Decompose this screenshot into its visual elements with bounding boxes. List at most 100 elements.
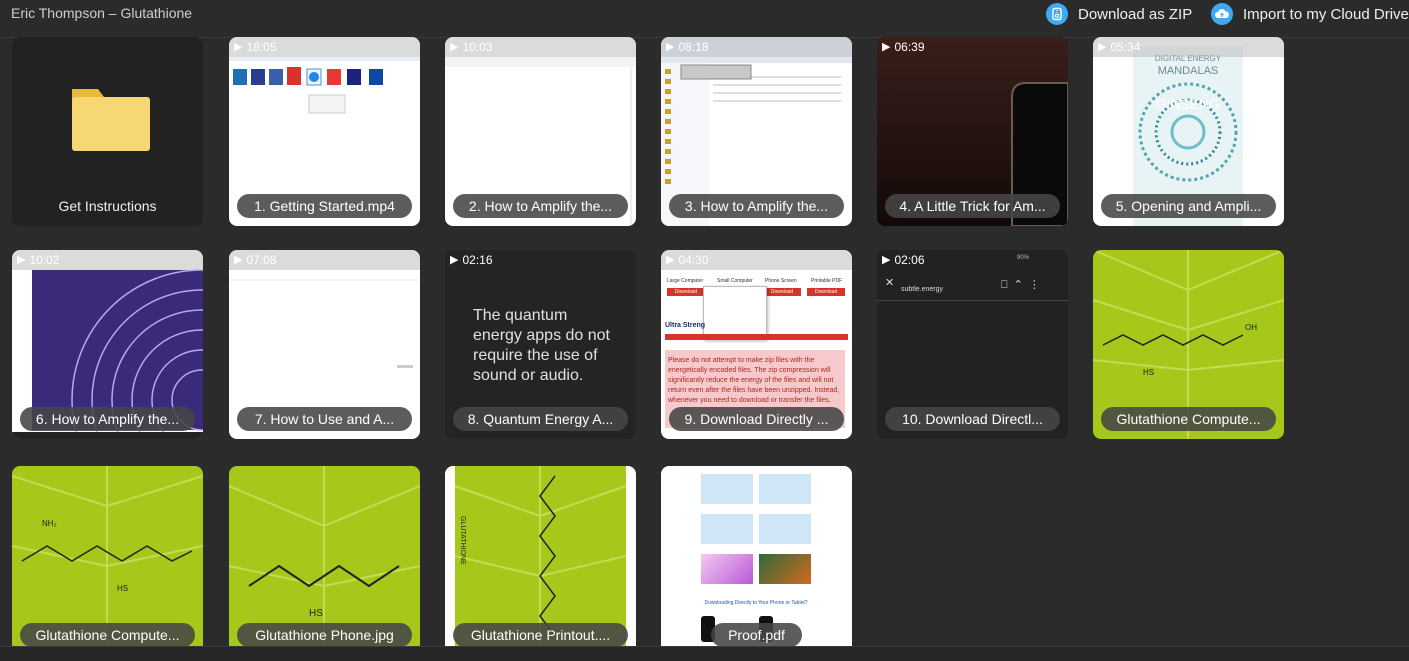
- play-icon: ▶: [234, 41, 243, 53]
- play-icon: ▶: [882, 41, 891, 53]
- col-phone: Phone Screen: [765, 278, 797, 284]
- file-label: 6. How to Amplify the...: [20, 407, 195, 431]
- proof-card-1: [701, 474, 753, 504]
- file-label: Proof.pdf: [711, 623, 802, 646]
- hs-label: HS: [1143, 368, 1154, 377]
- hs-label: HS: [117, 584, 128, 593]
- video-tile-7[interactable]: ▶ 07:08 7. How to Use and A...: [229, 250, 420, 439]
- phone-divider: [877, 300, 1068, 301]
- oh-label: OH: [1245, 323, 1257, 332]
- video-tile-6[interactable]: ▶ 10:02 6. How to Amplify the...: [12, 250, 203, 439]
- video-tile-8[interactable]: The quantum energy apps do not require t…: [445, 250, 636, 439]
- proof-card-4: [759, 514, 811, 544]
- book-title-mid: MANDALAS: [1158, 65, 1219, 77]
- duration-text: 10:03: [462, 40, 493, 54]
- hs-label: HS: [309, 608, 323, 619]
- video-tile-9[interactable]: Large Computer Small Computer Phone Scre…: [661, 250, 852, 439]
- file-label: 2. How to Amplify the...: [453, 194, 628, 218]
- import-cloud-label: Import to my Cloud Drive: [1243, 5, 1409, 23]
- cloud-upload-icon: [1211, 3, 1233, 25]
- duration-bar: ▶ 02:06: [877, 250, 1068, 270]
- video-tile-3[interactable]: ▶ 08:18 3. How to Amplify the...: [661, 37, 852, 226]
- duration-text: 04:30: [678, 253, 709, 267]
- duration-bar: ▶ 18:05: [229, 37, 420, 57]
- phone-close-icon: ✕: [885, 277, 895, 289]
- file-label: Glutathione Phone.jpg: [237, 623, 412, 646]
- pdf-tile-proof[interactable]: Downloading Directly to Your Phone or Ta…: [661, 466, 852, 646]
- file-label: 8. Quantum Energy A...: [453, 407, 628, 431]
- file-label: Glutathione Printout....: [453, 623, 628, 646]
- download-button-pdf: Download: [807, 288, 845, 296]
- file-label: 10. Download Directl...: [885, 407, 1060, 431]
- nh2-label: NH₂: [42, 519, 57, 528]
- phone-browser-icons: ⎕⌃⋮: [1001, 279, 1046, 291]
- play-icon: ▶: [450, 254, 459, 266]
- col-large: Large Computer: [667, 278, 704, 284]
- file-label: Glutathione Compute...: [20, 623, 195, 646]
- video-tile-4[interactable]: ▶ 06:39 4. A Little Trick for Am...: [877, 37, 1068, 226]
- duration-text: 02:16: [462, 253, 493, 267]
- duration-text: 05:34: [1110, 40, 1141, 54]
- import-cloud-button[interactable]: Import to my Cloud Drive: [1211, 3, 1409, 25]
- archive-icon: [1046, 3, 1068, 25]
- image-thumbnail: GLUTATHIONE: [445, 466, 636, 646]
- video-tile-5[interactable]: DIGITAL ENERGY MANDALAS GINSENG ▶ 05:34 5…: [1093, 37, 1284, 226]
- proof-card-2: [759, 474, 811, 504]
- duration-text: 18:05: [246, 40, 277, 54]
- file-label: 9. Download Directly ...: [669, 407, 844, 431]
- download-zip-button[interactable]: Download as ZIP: [1046, 3, 1192, 25]
- duration-bar: ▶ 08:18: [661, 37, 852, 57]
- play-icon: ▶: [666, 41, 675, 53]
- duration-bar: ▶ 10:02: [12, 250, 203, 270]
- file-label: 7. How to Use and A...: [237, 407, 412, 431]
- image-thumbnail: HS: [229, 466, 420, 646]
- play-icon: ▶: [1098, 41, 1107, 53]
- image-tile-glutathione-computer-2[interactable]: NH₂ HS Glutathione Compute...: [12, 466, 203, 646]
- duration-bar: ▶ 10:03: [445, 37, 636, 57]
- duration-bar: ▶ 06:39: [877, 37, 1068, 57]
- play-icon: ▶: [234, 254, 243, 266]
- duration-bar: ▶ 04:30: [661, 250, 852, 270]
- download-zip-label: Download as ZIP: [1078, 5, 1193, 23]
- image-tile-glutathione-phone[interactable]: HS Glutathione Phone.jpg: [229, 466, 420, 646]
- quantum-text: The quantum energy apps do not require t…: [473, 307, 610, 384]
- video-tile-10[interactable]: ✕ subtle.energy 90% ⎕⌃⋮ ▶ 02:06 10. Downl…: [877, 250, 1068, 439]
- image-tile-glutathione-printout[interactable]: GLUTATHIONE Glutathione Printout....: [445, 466, 636, 646]
- video-tile-1[interactable]: ▶ 18:05 1. Getting Started.mp4: [229, 37, 420, 226]
- bottom-bar: [0, 646, 1409, 661]
- file-label: 4. A Little Trick for Am...: [885, 194, 1060, 218]
- duration-bar: ▶ 07:08: [229, 250, 420, 270]
- col-pdf: Printable PDF: [811, 278, 843, 284]
- play-icon: ▶: [882, 254, 891, 266]
- proof-card-5: [701, 554, 753, 584]
- play-icon: ▶: [17, 254, 26, 266]
- image-thumbnail: NH₂ HS: [12, 466, 203, 646]
- phone-url: subtle.energy: [901, 286, 944, 293]
- proof-heading: Downloading Directly to Your Phone or Ta…: [704, 600, 808, 606]
- image-tile-glutathione-computer-1[interactable]: HS OH Glutathione Compute...: [1093, 250, 1284, 439]
- duration-bar: ▶ 05:34: [1093, 37, 1284, 57]
- vertical-label: GLUTATHIONE: [459, 516, 466, 565]
- file-label: 1. Getting Started.mp4: [237, 194, 412, 218]
- duration-text: 10:02: [29, 253, 60, 267]
- ultra-bar: [665, 334, 848, 340]
- duration-text: 06:39: [894, 40, 925, 54]
- video-tile-2[interactable]: ▶ 10:03 2. How to Amplify the...: [445, 37, 636, 226]
- ultra-heading: Ultra Streng: [665, 322, 706, 329]
- pdf-thumbnail: Downloading Directly to Your Phone or Ta…: [661, 466, 852, 646]
- context-menu: [703, 286, 767, 340]
- proof-card-6: [759, 554, 811, 584]
- file-label: 5. Opening and Ampli...: [1101, 194, 1276, 218]
- download-button-large: Download: [667, 288, 705, 296]
- col-small: Small Computer: [717, 278, 753, 284]
- proof-card-3: [701, 514, 753, 544]
- duration-bar: ▶ 02:16: [445, 250, 636, 270]
- duration-text: 08:18: [678, 40, 709, 54]
- page-title: Eric Thompson – Glutathione: [11, 5, 193, 21]
- play-icon: ▶: [666, 254, 675, 266]
- file-label: 3. How to Amplify the...: [669, 194, 844, 218]
- folder-get-instructions[interactable]: Get Instructions: [12, 37, 203, 226]
- play-icon: ▶: [450, 41, 459, 53]
- folder-label: Get Instructions: [58, 198, 157, 214]
- duration-text: 07:08: [246, 253, 277, 267]
